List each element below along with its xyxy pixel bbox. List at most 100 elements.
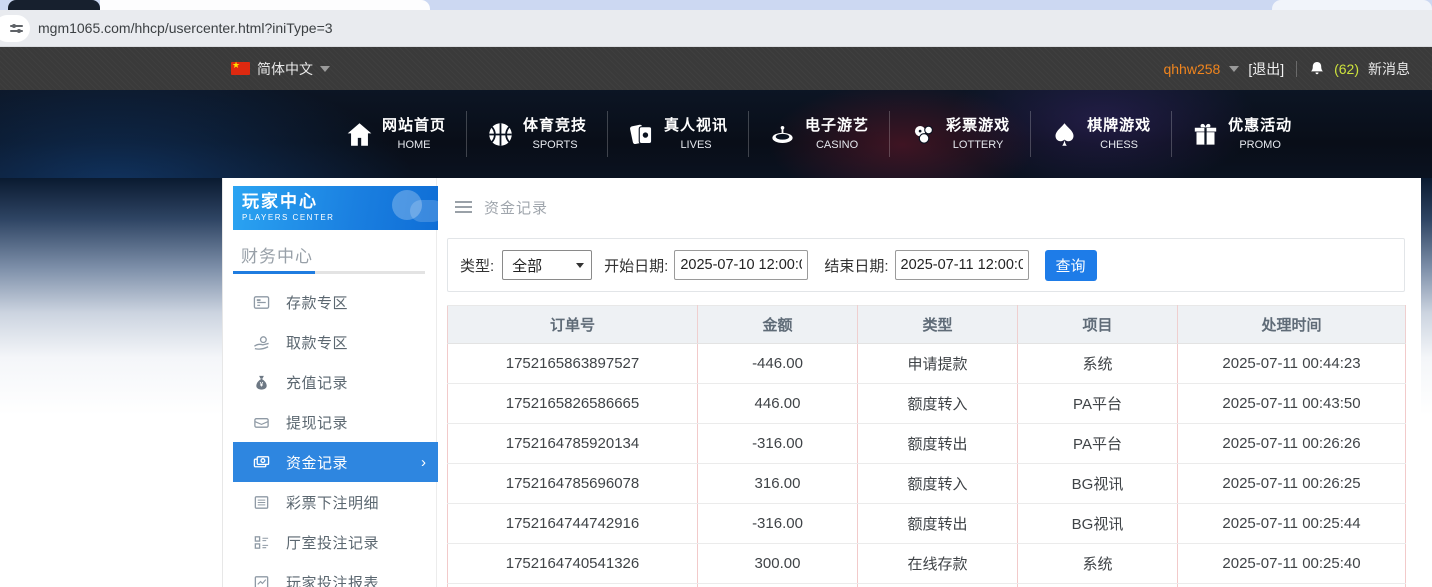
breadcrumb: 资金记录 <box>455 197 548 218</box>
column-header-order-no: 订单号 <box>448 306 698 344</box>
sidebar-item-withdraw-zone[interactable]: 取款专区 <box>223 322 438 362</box>
cell-type: 在线存款 <box>858 544 1018 584</box>
cell-amount: 300.00 <box>698 544 858 584</box>
username[interactable]: qhhw258 <box>1163 61 1220 77</box>
table-row-partial <box>448 584 1406 587</box>
nav-item-chess[interactable]: 棋牌游戏 CHESS <box>1031 116 1171 153</box>
chevron-down-icon <box>576 263 584 268</box>
sidebar-item-room-bet-record[interactable]: 厅室投注记录 <box>223 522 438 562</box>
sidebar-item-label: 彩票下注明细 <box>286 492 379 513</box>
cell-time: 2025-07-11 00:43:50 <box>1178 384 1406 424</box>
sidebar-section-title: 财务中心 <box>241 242 313 267</box>
table-row: 1752165863897527 -446.00 申请提款 系统 2025-07… <box>448 344 1406 384</box>
deposit-icon <box>253 294 270 311</box>
nav-item-sports[interactable]: 体育竞技 SPORTS <box>467 116 607 153</box>
new-messages-label[interactable]: 新消息 <box>1368 59 1410 79</box>
browser-tab[interactable] <box>8 0 100 10</box>
cell-project: 系统 <box>1018 344 1178 384</box>
nav-item-casino[interactable]: 电子游艺 CASINO <box>749 116 889 153</box>
spade-icon <box>1051 121 1078 148</box>
cell-order-no: 1752165826586665 <box>448 384 698 424</box>
nav-label-zh: 电子游艺 <box>805 117 869 134</box>
cell-order-no: 1752165863897527 <box>448 344 698 384</box>
cell-amount: -446.00 <box>698 344 858 384</box>
type-select-value: 全部 <box>512 255 542 276</box>
nav-label-en: LOTTERY <box>953 139 1004 151</box>
sidebar-item-label: 玩家投注报表 <box>286 572 379 587</box>
nav-label-zh: 彩票游戏 <box>946 117 1010 134</box>
cell-type: 申请提款 <box>858 344 1018 384</box>
cell-project: PA平台 <box>1018 424 1178 464</box>
sidebar-item-lottery-bet-detail[interactable]: 彩票下注明细 <box>223 482 438 522</box>
sidebar-item-funds-record[interactable]: 资金记录 › <box>233 442 438 482</box>
chevron-right-icon: › <box>421 454 426 471</box>
cell-time: 2025-07-11 00:25:40 <box>1178 544 1406 584</box>
cell-order-no: 1752164785696078 <box>448 464 698 504</box>
sidebar-item-label: 取款专区 <box>286 332 348 353</box>
cell-project: PA平台 <box>1018 384 1178 424</box>
main-content: 资金记录 类型: 全部 开始日期: 结束日期: 查询 订单号 金额 类型 项目 … <box>447 178 1405 587</box>
browser-active-tab[interactable] <box>100 0 430 10</box>
nav-label-zh: 优惠活动 <box>1228 117 1292 134</box>
cell-type: 额度转入 <box>858 384 1018 424</box>
address-bar[interactable]: mgm1065.com/hhcp/usercenter.html?iniType… <box>0 10 1432 47</box>
cashout-record-icon <box>253 414 270 431</box>
sidebar-item-cashout-record[interactable]: 提现记录 <box>223 402 438 442</box>
start-date-label: 开始日期: <box>604 255 668 276</box>
cell-amount: 446.00 <box>698 384 858 424</box>
cell-time: 2025-07-11 00:26:25 <box>1178 464 1406 504</box>
query-button[interactable]: 查询 <box>1045 250 1097 281</box>
nav-label-en: CHESS <box>1100 139 1138 151</box>
nav-label-en: PROMO <box>1239 139 1281 151</box>
sports-icon <box>487 121 514 148</box>
language-label: 简体中文 <box>257 59 313 79</box>
site-settings-icon <box>10 23 23 34</box>
message-count[interactable]: (62) <box>1334 61 1359 77</box>
sidebar-item-label: 存款专区 <box>286 292 348 313</box>
divider <box>1296 61 1297 77</box>
logout-link[interactable]: [退出] <box>1248 59 1284 79</box>
nav-item-lives[interactable]: 真人视讯 LIVES <box>608 116 748 153</box>
end-date-input[interactable] <box>895 250 1029 280</box>
table-row: 1752165826586665 446.00 额度转入 PA平台 2025-0… <box>448 384 1406 424</box>
nav-label-en: LIVES <box>680 139 711 151</box>
table-row: 1752164785696078 316.00 额度转入 BG视讯 2025-0… <box>448 464 1406 504</box>
start-date-input[interactable] <box>674 250 808 280</box>
sidebar-item-player-bet-report[interactable]: 玩家投注报表 <box>223 562 438 587</box>
nav-label-en: CASINO <box>816 139 858 151</box>
recharge-record-icon: ¥ <box>253 374 270 391</box>
type-select[interactable]: 全部 <box>502 250 592 280</box>
url-text[interactable]: mgm1065.com/hhcp/usercenter.html?iniType… <box>38 20 333 36</box>
bell-icon[interactable] <box>1309 61 1325 77</box>
cell-project: BG视讯 <box>1018 464 1178 504</box>
funds-record-table: 订单号 金额 类型 项目 处理时间 1752165863897527 -446.… <box>447 305 1406 587</box>
sidebar-item-recharge-record[interactable]: ¥ 充值记录 <box>223 362 438 402</box>
column-header-type: 类型 <box>858 306 1018 344</box>
menu-toggle-icon[interactable] <box>455 201 472 214</box>
language-selector[interactable]: ★ 简体中文 <box>231 59 330 79</box>
cell-amount: -316.00 <box>698 504 858 544</box>
chevron-down-icon[interactable] <box>1229 66 1239 72</box>
column-header-time: 处理时间 <box>1178 306 1406 344</box>
china-flag-icon: ★ <box>231 62 250 75</box>
type-label: 类型: <box>460 255 494 276</box>
cell-order-no: 1752164744742916 <box>448 504 698 544</box>
withdraw-icon <box>253 334 270 351</box>
gift-icon <box>1192 121 1219 148</box>
table-row: 1752164740541326 300.00 在线存款 系统 2025-07-… <box>448 544 1406 584</box>
browser-tab[interactable] <box>1272 0 1432 10</box>
cell-amount: 316.00 <box>698 464 858 504</box>
gamepad-decoration-icon <box>410 200 438 222</box>
nav-item-lottery[interactable]: 彩票游戏 LOTTERY <box>890 116 1030 153</box>
nav-label-zh: 棋牌游戏 <box>1087 117 1151 134</box>
site-permissions-button[interactable] <box>0 15 30 42</box>
section-underline <box>233 271 425 274</box>
cell-project: BG视讯 <box>1018 504 1178 544</box>
nav-item-home[interactable]: 网站首页 HOME <box>326 116 466 153</box>
sidebar-item-deposit-zone[interactable]: 存款专区 <box>223 282 438 322</box>
table-header-row: 订单号 金额 类型 项目 处理时间 <box>448 306 1406 344</box>
end-date-label: 结束日期: <box>824 255 888 276</box>
sidebar-item-label: 提现记录 <box>286 412 348 433</box>
cell-amount: -316.00 <box>698 424 858 464</box>
nav-item-promo[interactable]: 优惠活动 PROMO <box>1172 116 1312 153</box>
